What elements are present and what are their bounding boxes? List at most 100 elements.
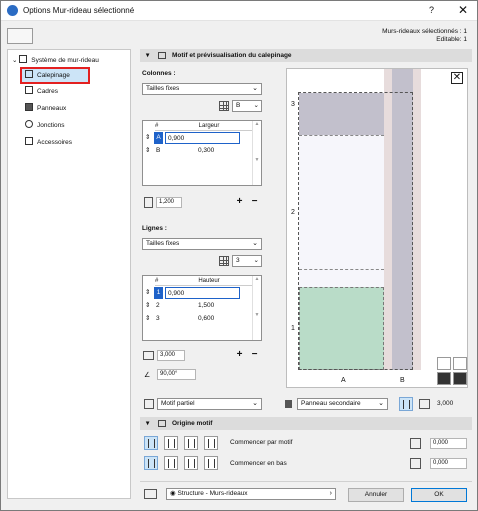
table-scrollbar[interactable]: ▲ ▼ <box>252 121 261 185</box>
origin-left-button[interactable] <box>144 436 158 450</box>
expand-icon[interactable]: ⌄ <box>12 57 19 64</box>
table-row[interactable]: ⇕ B 0,300 <box>143 145 261 157</box>
divider <box>140 481 472 482</box>
collapse-icon[interactable]: ▾ <box>146 417 149 430</box>
origin-top-button[interactable] <box>204 456 218 470</box>
dialog-window: Options Mur-rideau sélectionné ? ✕ Murs-… <box>0 0 478 511</box>
pattern-section-icon <box>158 52 166 59</box>
tree-root[interactable]: ⌄ Système de mur-rideau <box>12 54 99 67</box>
pattern-outline <box>298 92 413 370</box>
ok-button[interactable]: OK <box>411 488 467 502</box>
row-handle[interactable]: ⇕ <box>145 300 150 312</box>
row-value[interactable]: 0,900 <box>165 132 240 144</box>
section-header-pattern[interactable]: ▾ Motif et prévisualisation du calepinag… <box>140 49 472 62</box>
row-handle[interactable]: ⇕ <box>145 287 150 299</box>
total-height-field[interactable]: 3,000 <box>157 350 185 361</box>
structure-select[interactable]: ◉ Structure - Murs-rideaux › <box>166 488 336 500</box>
row-value[interactable]: 0,300 <box>198 145 214 157</box>
title-bar: Options Mur-rideau sélectionné ? ✕ <box>1 1 477 21</box>
help-button[interactable]: ? <box>429 5 434 15</box>
origin-center-left-button[interactable] <box>164 436 178 450</box>
origin-bottom-button[interactable] <box>144 456 158 470</box>
tree-item-label: Cadres <box>37 88 58 95</box>
row-value[interactable]: 1,500 <box>198 300 214 312</box>
window-title: Options Mur-rideau sélectionné <box>23 6 135 15</box>
lines-count-select[interactable]: 3 ⌄ <box>232 255 262 267</box>
panel-icon <box>25 103 33 111</box>
settings-tree: ⌄ Système de mur-rideau Calepinage Cadre… <box>7 49 131 499</box>
chevron-down-icon: ⌄ <box>252 400 258 407</box>
tree-root-label: Système de mur-rideau <box>31 57 99 64</box>
diagonal-icon[interactable] <box>437 357 451 370</box>
close-preview-icon[interactable]: ✕ <box>451 72 463 84</box>
collapse-icon[interactable]: ▾ <box>146 49 149 62</box>
row-handle[interactable]: ⇕ <box>145 132 150 144</box>
tree-item-panneaux[interactable]: Panneaux <box>25 102 66 115</box>
row-value[interactable]: 0,600 <box>198 313 214 325</box>
section-header-origin[interactable]: ▾ Origine motif <box>140 417 472 430</box>
slash-icon[interactable] <box>453 357 467 370</box>
selection-info: Murs-rideaux sélectionnés : 1 Editable: … <box>382 28 467 44</box>
origin-right-button[interactable] <box>204 436 218 450</box>
section-title: Origine motif <box>172 420 213 427</box>
remove-column-button[interactable]: − <box>249 197 260 208</box>
col-header-height: Hauteur <box>165 276 253 286</box>
row-value[interactable]: 0,900 <box>165 287 240 299</box>
height-icon <box>419 399 430 409</box>
pattern-preview: ✕ 3 2 1 A B <box>286 68 468 388</box>
add-column-button[interactable]: + <box>234 197 245 208</box>
row-handle[interactable]: ⇕ <box>145 145 150 157</box>
add-line-button[interactable]: + <box>234 350 245 361</box>
section-title: Motif et prévisualisation du calepinage <box>172 52 292 59</box>
row-index: A <box>154 132 163 144</box>
tree-item-label: Calepinage <box>37 72 70 79</box>
remove-line-button[interactable]: − <box>249 350 260 361</box>
chevron-down-icon: ⌄ <box>253 257 259 264</box>
panel-type-select[interactable]: Panneau secondaire ⌄ <box>297 398 388 410</box>
angle-field[interactable]: 90,00° <box>157 369 196 380</box>
row-index: 3 <box>156 315 160 322</box>
origin-section-icon <box>158 420 166 427</box>
tree-item-label: Accessoires <box>37 139 73 146</box>
tree-item-cadres[interactable]: Cadres <box>25 85 58 98</box>
y-offset-field[interactable]: 0,000 <box>430 458 467 469</box>
select-value: Tailles fixes <box>146 85 180 92</box>
table-scrollbar[interactable]: ▲ ▼ <box>252 276 261 340</box>
cancel-button[interactable]: Annuler <box>348 488 404 502</box>
table-row[interactable]: ⇕ 3 0,600 <box>143 313 261 325</box>
columns-count-select[interactable]: B ⌄ <box>232 100 262 112</box>
horizontal-pattern-icon[interactable] <box>453 372 467 385</box>
origin-middle-low-button[interactable] <box>164 456 178 470</box>
row-handle[interactable]: ⇕ <box>145 313 150 325</box>
selected-count: Murs-rideaux sélectionnés : 1 <box>382 28 467 35</box>
link-toggle-button[interactable] <box>399 397 413 411</box>
row-index: 1 <box>154 287 163 299</box>
lines-mode-select[interactable]: Tailles fixes ⌄ <box>142 238 262 250</box>
grid-icon <box>219 256 229 266</box>
tree-item-accessoires[interactable]: Accessoires <box>25 136 72 149</box>
junction-icon <box>25 120 33 128</box>
select-value: Motif partiel <box>161 400 195 407</box>
table-row[interactable]: ⇕ 1 0,900 <box>143 287 261 299</box>
tree-item-calepinage[interactable]: Calepinage <box>20 67 90 84</box>
motif-select[interactable]: Motif partiel ⌄ <box>157 398 262 410</box>
x-offset-field[interactable]: 0,000 <box>430 438 467 449</box>
table-row[interactable]: ⇕ A 0,900 <box>143 132 261 144</box>
table-row[interactable]: ⇕ 2 1,500 <box>143 300 261 312</box>
favorites-button[interactable] <box>7 28 33 44</box>
tree-item-jonctions[interactable]: Jonctions <box>25 119 64 132</box>
row-label: 1 <box>291 325 295 332</box>
origin-middle-high-button[interactable] <box>184 456 198 470</box>
select-value: Tailles fixes <box>146 240 180 247</box>
y-offset-icon <box>410 458 421 469</box>
total-width-field[interactable]: 1,200 <box>156 197 182 208</box>
editable-count: Editable: 1 <box>436 36 467 43</box>
height-icon <box>143 351 154 360</box>
start-at-bottom-label: Commencer en bas <box>230 460 287 467</box>
origin-center-right-button[interactable] <box>184 436 198 450</box>
columns-mode-select[interactable]: Tailles fixes ⌄ <box>142 83 262 95</box>
panel-type-icon <box>285 400 292 408</box>
vertical-pattern-icon[interactable] <box>437 372 451 385</box>
close-button[interactable]: ✕ <box>458 3 468 17</box>
motif-height-value: 3,000 <box>437 400 454 407</box>
